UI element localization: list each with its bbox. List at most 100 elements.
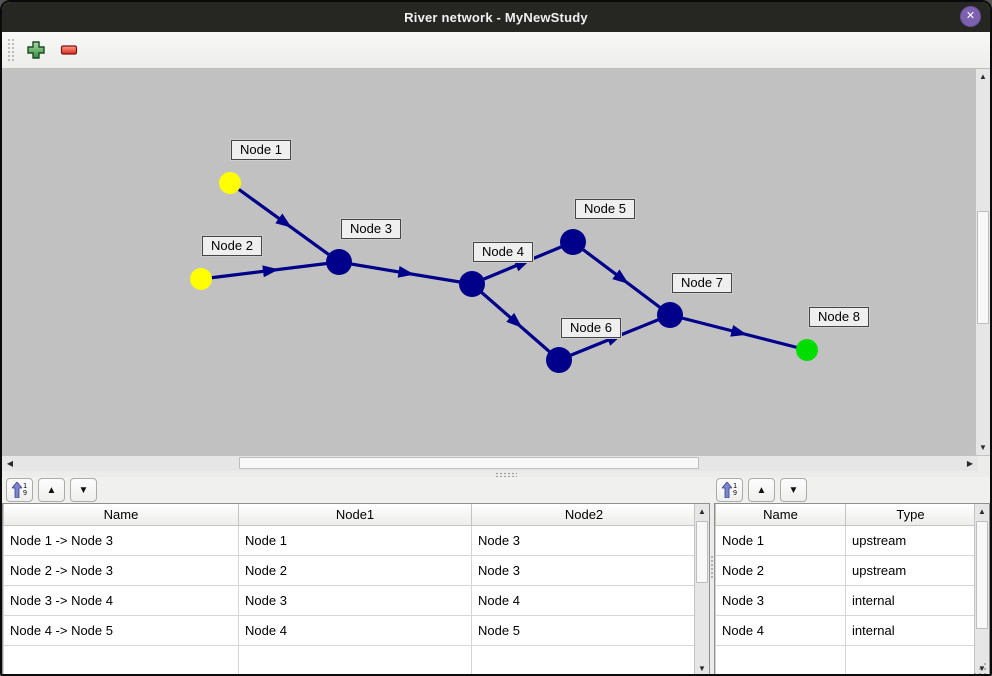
add-button[interactable] (23, 37, 49, 63)
table-row[interactable]: Node 4 -> Node 5Node 4Node 5 (4, 615, 695, 645)
table-cell[interactable]: internal (846, 615, 975, 645)
river-network-window: River network - MyNewStudy ✕ (0, 0, 992, 676)
table-row[interactable]: Node 2upstream (716, 555, 975, 585)
table-row[interactable]: Node 3 -> Node 4Node 3Node 4 (4, 585, 695, 615)
node-label-node4[interactable]: Node 4 (473, 242, 533, 262)
links-scroll-thumb[interactable] (696, 521, 708, 583)
scroll-down-icon[interactable]: ▼ (976, 440, 990, 455)
column-header[interactable]: Name (716, 504, 846, 525)
table-cell[interactable]: Node 5 (472, 615, 695, 645)
resize-grip-icon[interactable] (972, 663, 986, 675)
column-header[interactable]: Node1 (239, 504, 472, 525)
links-table-header: NameNode1Node2 (4, 504, 695, 525)
node-label-node2[interactable]: Node 2 (202, 236, 262, 256)
nodes-table-toolbar: 19 ▲ ▼ (716, 478, 812, 502)
splitter-handle-icon (710, 555, 714, 579)
node-node7[interactable] (657, 302, 683, 328)
table-cell[interactable] (4, 645, 239, 675)
column-header[interactable]: Type (846, 504, 975, 525)
table-cell[interactable]: Node 2 (716, 555, 846, 585)
scroll-right-icon[interactable]: ▶ (962, 456, 978, 471)
canvas-vertical-scrollbar[interactable]: ▲ ▼ (975, 69, 990, 455)
table-cell[interactable]: Node 2 -> Node 3 (4, 555, 239, 585)
column-header[interactable]: Node2 (472, 504, 695, 525)
node-node2[interactable] (190, 268, 212, 290)
nodes-table-body: Node 1upstreamNode 2upstreamNode 3intern… (716, 525, 975, 675)
node-node5[interactable] (560, 229, 586, 255)
table-cell[interactable]: Node 3 (472, 555, 695, 585)
table-row[interactable] (4, 645, 695, 675)
up-triangle-icon: ▲ (47, 485, 57, 496)
toolbar-drag-handle[interactable] (7, 38, 15, 62)
vertical-splitter[interactable] (710, 503, 714, 676)
links-table-toolbar: 19 ▲ ▼ (6, 478, 102, 502)
scroll-down-icon[interactable]: ▼ (695, 661, 709, 676)
sort-ascending-icon: 19 (12, 482, 27, 498)
scroll-up-icon[interactable]: ▲ (975, 504, 989, 519)
node-label-node1[interactable]: Node 1 (231, 140, 291, 160)
table-cell[interactable] (239, 645, 472, 675)
table-cell[interactable]: Node 1 -> Node 3 (4, 525, 239, 555)
table-row[interactable]: Node 4internal (716, 615, 975, 645)
titlebar[interactable]: River network - MyNewStudy ✕ (2, 2, 990, 32)
table-row[interactable]: Node 1 -> Node 3Node 1Node 3 (4, 525, 695, 555)
vertical-scroll-thumb[interactable] (977, 211, 989, 324)
links-table-body: Node 1 -> Node 3Node 1Node 3Node 2 -> No… (4, 525, 695, 675)
links-move-up-button[interactable]: ▲ (38, 478, 65, 502)
node-label-node3[interactable]: Node 3 (341, 219, 401, 239)
plus-icon (27, 41, 45, 59)
links-sort-button[interactable]: 19 (6, 478, 33, 502)
table-cell[interactable]: Node 4 -> Node 5 (4, 615, 239, 645)
table-cell[interactable]: internal (846, 585, 975, 615)
table-cell[interactable]: Node 3 -> Node 4 (4, 585, 239, 615)
column-header[interactable]: Name (4, 504, 239, 525)
links-move-down-button[interactable]: ▼ (70, 478, 97, 502)
table-cell[interactable]: upstream (846, 525, 975, 555)
table-cell[interactable]: Node 4 (716, 615, 846, 645)
node-node1[interactable] (219, 172, 241, 194)
table-cell[interactable]: Node 4 (239, 615, 472, 645)
table-row[interactable] (716, 645, 975, 675)
canvas-horizontal-scrollbar[interactable]: ◀ ▶ (2, 455, 990, 471)
table-cell[interactable]: Node 4 (472, 585, 695, 615)
table-cell[interactable]: Node 3 (239, 585, 472, 615)
remove-button[interactable] (56, 37, 82, 63)
table-cell[interactable]: Node 3 (472, 525, 695, 555)
table-cell[interactable] (716, 645, 846, 675)
node-node3[interactable] (326, 249, 352, 275)
node-label-node7[interactable]: Node 7 (672, 273, 732, 293)
node-node6[interactable] (546, 347, 572, 373)
table-cell[interactable]: Node 3 (716, 585, 846, 615)
node-label-node5[interactable]: Node 5 (575, 199, 635, 219)
window-title: River network - MyNewStudy (404, 10, 588, 25)
scroll-left-icon[interactable]: ◀ (2, 456, 18, 471)
edge-arrow-icon (398, 266, 415, 278)
node-label-node6[interactable]: Node 6 (561, 318, 621, 338)
node-node4[interactable] (459, 271, 485, 297)
nodes-sort-button[interactable]: 19 (716, 478, 743, 502)
table-row[interactable]: Node 1upstream (716, 525, 975, 555)
network-canvas[interactable]: Node 1 Node 2 Node 3 Node 4 Node 5 Node 6 Node… (2, 69, 975, 455)
horizontal-scroll-thumb[interactable] (239, 457, 699, 469)
table-toolbars: 19 ▲ ▼ 19 ▲ ▼ (2, 477, 990, 503)
nodes-scroll-thumb[interactable] (976, 521, 988, 629)
minus-icon (60, 41, 78, 59)
table-cell[interactable] (846, 645, 975, 675)
scroll-up-icon[interactable]: ▲ (976, 69, 990, 84)
node-label-node8[interactable]: Node 8 (809, 307, 869, 327)
close-icon[interactable]: ✕ (960, 6, 981, 27)
table-cell[interactable]: Node 2 (239, 555, 472, 585)
scroll-up-icon[interactable]: ▲ (695, 504, 709, 519)
table-cell[interactable]: Node 1 (716, 525, 846, 555)
edge-arrow-icon (730, 325, 747, 337)
table-cell[interactable] (472, 645, 695, 675)
node-node8[interactable] (796, 339, 818, 361)
nodes-move-down-button[interactable]: ▼ (780, 478, 807, 502)
table-row[interactable]: Node 3internal (716, 585, 975, 615)
links-table-scrollbar[interactable]: ▲ ▼ (694, 504, 709, 676)
nodes-move-up-button[interactable]: ▲ (748, 478, 775, 502)
table-row[interactable]: Node 2 -> Node 3Node 2Node 3 (4, 555, 695, 585)
table-cell[interactable]: Node 1 (239, 525, 472, 555)
nodes-table-scrollbar[interactable]: ▲ ▼ (974, 504, 989, 676)
table-cell[interactable]: upstream (846, 555, 975, 585)
